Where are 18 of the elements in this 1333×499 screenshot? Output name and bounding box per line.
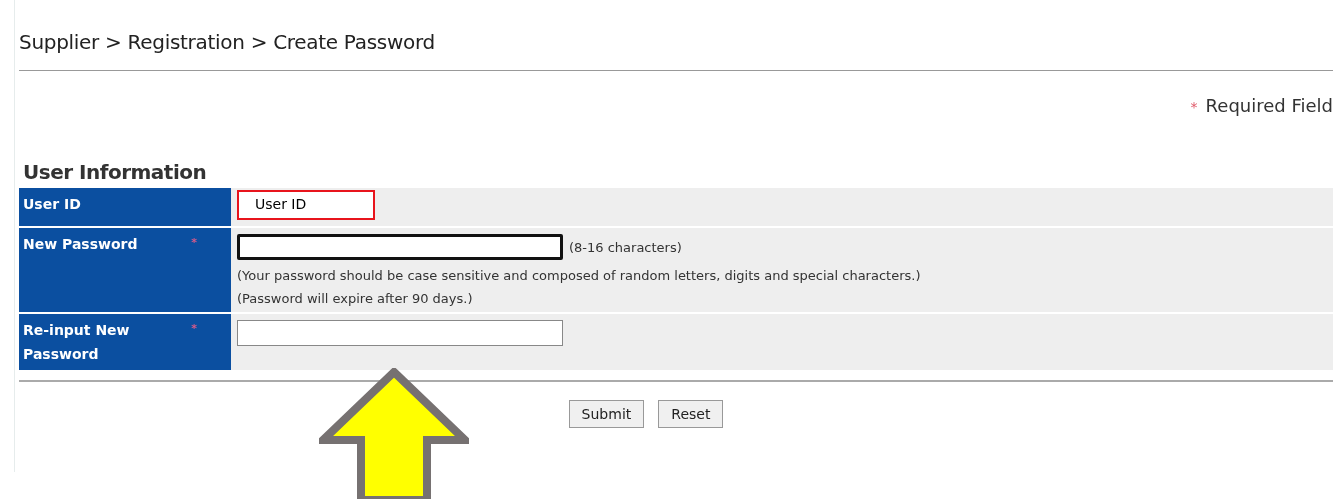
required-marker: *: [191, 236, 197, 249]
field-label: User ID: [23, 195, 82, 214]
password-hint: (Password will expire after 90 days.): [237, 291, 474, 306]
password-field[interactable]: [237, 234, 563, 260]
required-field-note: Required Field: [1205, 95, 1333, 116]
field-label: New Password: [23, 235, 139, 254]
password-hint: (Your password should be case sensitive and composed of random letters, digits and special characters.): [237, 268, 921, 283]
password-field[interactable]: [237, 320, 563, 346]
required-marker: *: [191, 322, 197, 335]
section-title: User Information: [23, 160, 208, 184]
length-hint: (8-16 characters): [569, 239, 682, 255]
required-marker: *: [1190, 99, 1198, 115]
field-label: Re-input New Password: [23, 321, 131, 364]
form-button[interactable]: Submit: [568, 400, 645, 428]
form-button[interactable]: Reset: [658, 400, 724, 428]
breadcrumb: Supplier > Registration > Create Password: [19, 29, 436, 56]
user-id-value: User ID: [237, 190, 375, 220]
up-arrow-icon: [319, 368, 469, 499]
